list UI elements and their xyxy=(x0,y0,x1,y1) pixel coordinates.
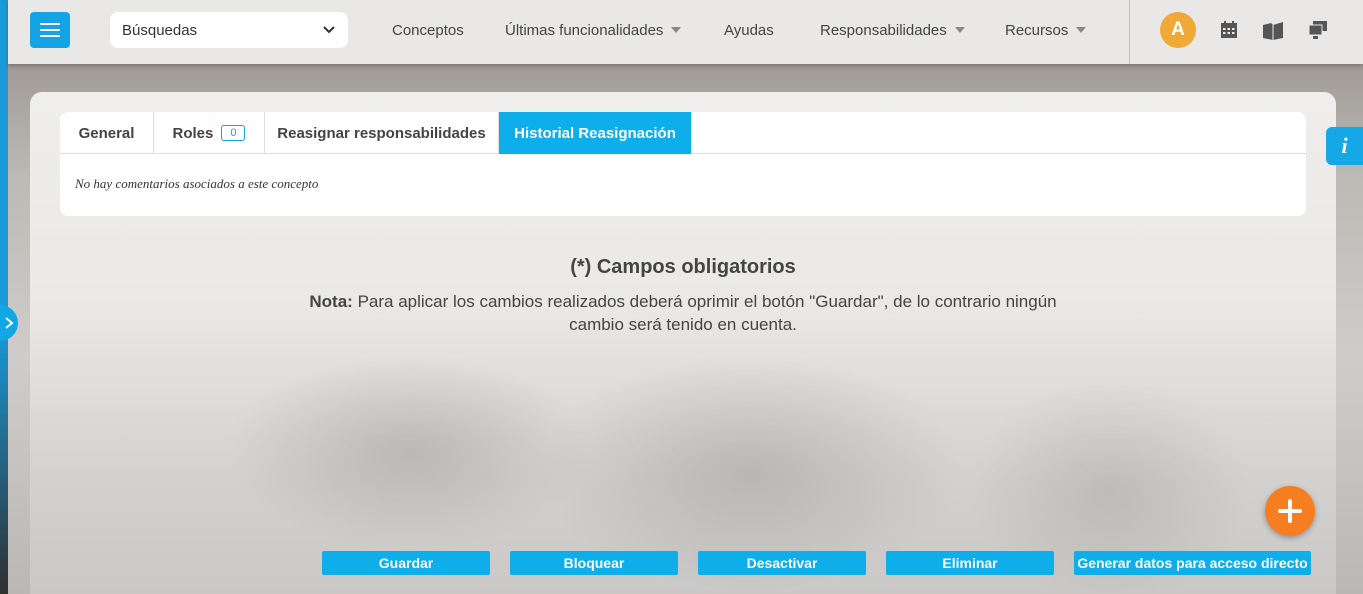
tab-roles[interactable]: Roles 0 xyxy=(154,112,265,154)
plus-icon xyxy=(1278,499,1302,523)
count-badge: 0 xyxy=(221,125,246,141)
top-bar: Búsquedas Conceptos Últimas funcionalida… xyxy=(8,0,1363,64)
nav-label: Conceptos xyxy=(392,21,464,39)
main-panel: General Roles 0 Reasignar responsabilida… xyxy=(30,92,1336,594)
tab-bar: General Roles 0 Reasignar responsabilida… xyxy=(60,112,1306,154)
monitor-icon[interactable] xyxy=(1307,19,1329,41)
left-edge-strip xyxy=(0,0,8,594)
search-select[interactable]: Búsquedas xyxy=(110,12,348,48)
tab-general[interactable]: General xyxy=(60,112,154,154)
chevron-down-icon xyxy=(323,26,335,34)
nav-ayudas[interactable]: Ayudas xyxy=(724,0,774,60)
nav-label: Recursos xyxy=(1005,21,1069,39)
note-text: Nota: Para aplicar los cambios realizado… xyxy=(280,290,1086,336)
avatar[interactable]: A xyxy=(1160,12,1196,48)
tab-label: Reasignar responsabilidades xyxy=(277,124,486,142)
tab-label: Roles xyxy=(172,124,214,142)
chevron-right-icon xyxy=(5,317,14,329)
sidebar-toggle[interactable] xyxy=(0,305,18,341)
book-icon[interactable] xyxy=(1262,19,1284,41)
delete-button[interactable]: Eliminar xyxy=(886,551,1054,575)
tab-reasignar-responsabilidades[interactable]: Reasignar responsabilidades xyxy=(265,112,499,154)
generate-shortcut-button[interactable]: Generar datos para acceso directo xyxy=(1074,551,1311,575)
deactivate-button[interactable]: Desactivar xyxy=(698,551,866,575)
tab-historial-reasignacion[interactable]: Historial Reasignación xyxy=(499,112,692,154)
tab-card: General Roles 0 Reasignar responsabilida… xyxy=(60,112,1306,216)
add-fab-button[interactable] xyxy=(1265,486,1315,536)
note-label: Nota: xyxy=(309,292,353,311)
save-button[interactable]: Guardar xyxy=(322,551,490,575)
required-fields-title: (*) Campos obligatorios xyxy=(570,256,796,278)
topbar-divider xyxy=(1129,0,1130,64)
empty-message: No hay comentarios asociados a este conc… xyxy=(75,176,319,191)
nav-ultimas-funcionalidades[interactable]: Últimas funcionalidades xyxy=(505,0,682,60)
nav-conceptos[interactable]: Conceptos xyxy=(392,0,464,60)
note-body: Para aplicar los cambios realizados debe… xyxy=(357,292,1057,334)
nav-label: Responsabilidades xyxy=(820,21,947,39)
calendar-icon[interactable] xyxy=(1218,19,1240,41)
caret-down-icon xyxy=(1076,27,1087,33)
tab-label: Historial Reasignación xyxy=(514,124,676,142)
nav-recursos[interactable]: Recursos xyxy=(1005,0,1087,60)
hamburger-menu-button[interactable] xyxy=(30,12,70,48)
tab-label: General xyxy=(78,124,135,142)
caret-down-icon xyxy=(671,27,682,33)
lock-button[interactable]: Bloquear xyxy=(510,551,678,575)
caret-down-icon xyxy=(954,27,965,33)
search-select-value: Búsquedas xyxy=(122,21,198,39)
nav-label: Ayudas xyxy=(724,21,774,39)
nav-responsabilidades[interactable]: Responsabilidades xyxy=(820,0,965,60)
info-tab[interactable]: i xyxy=(1326,127,1363,165)
nav-label: Últimas funcionalidades xyxy=(505,21,664,39)
